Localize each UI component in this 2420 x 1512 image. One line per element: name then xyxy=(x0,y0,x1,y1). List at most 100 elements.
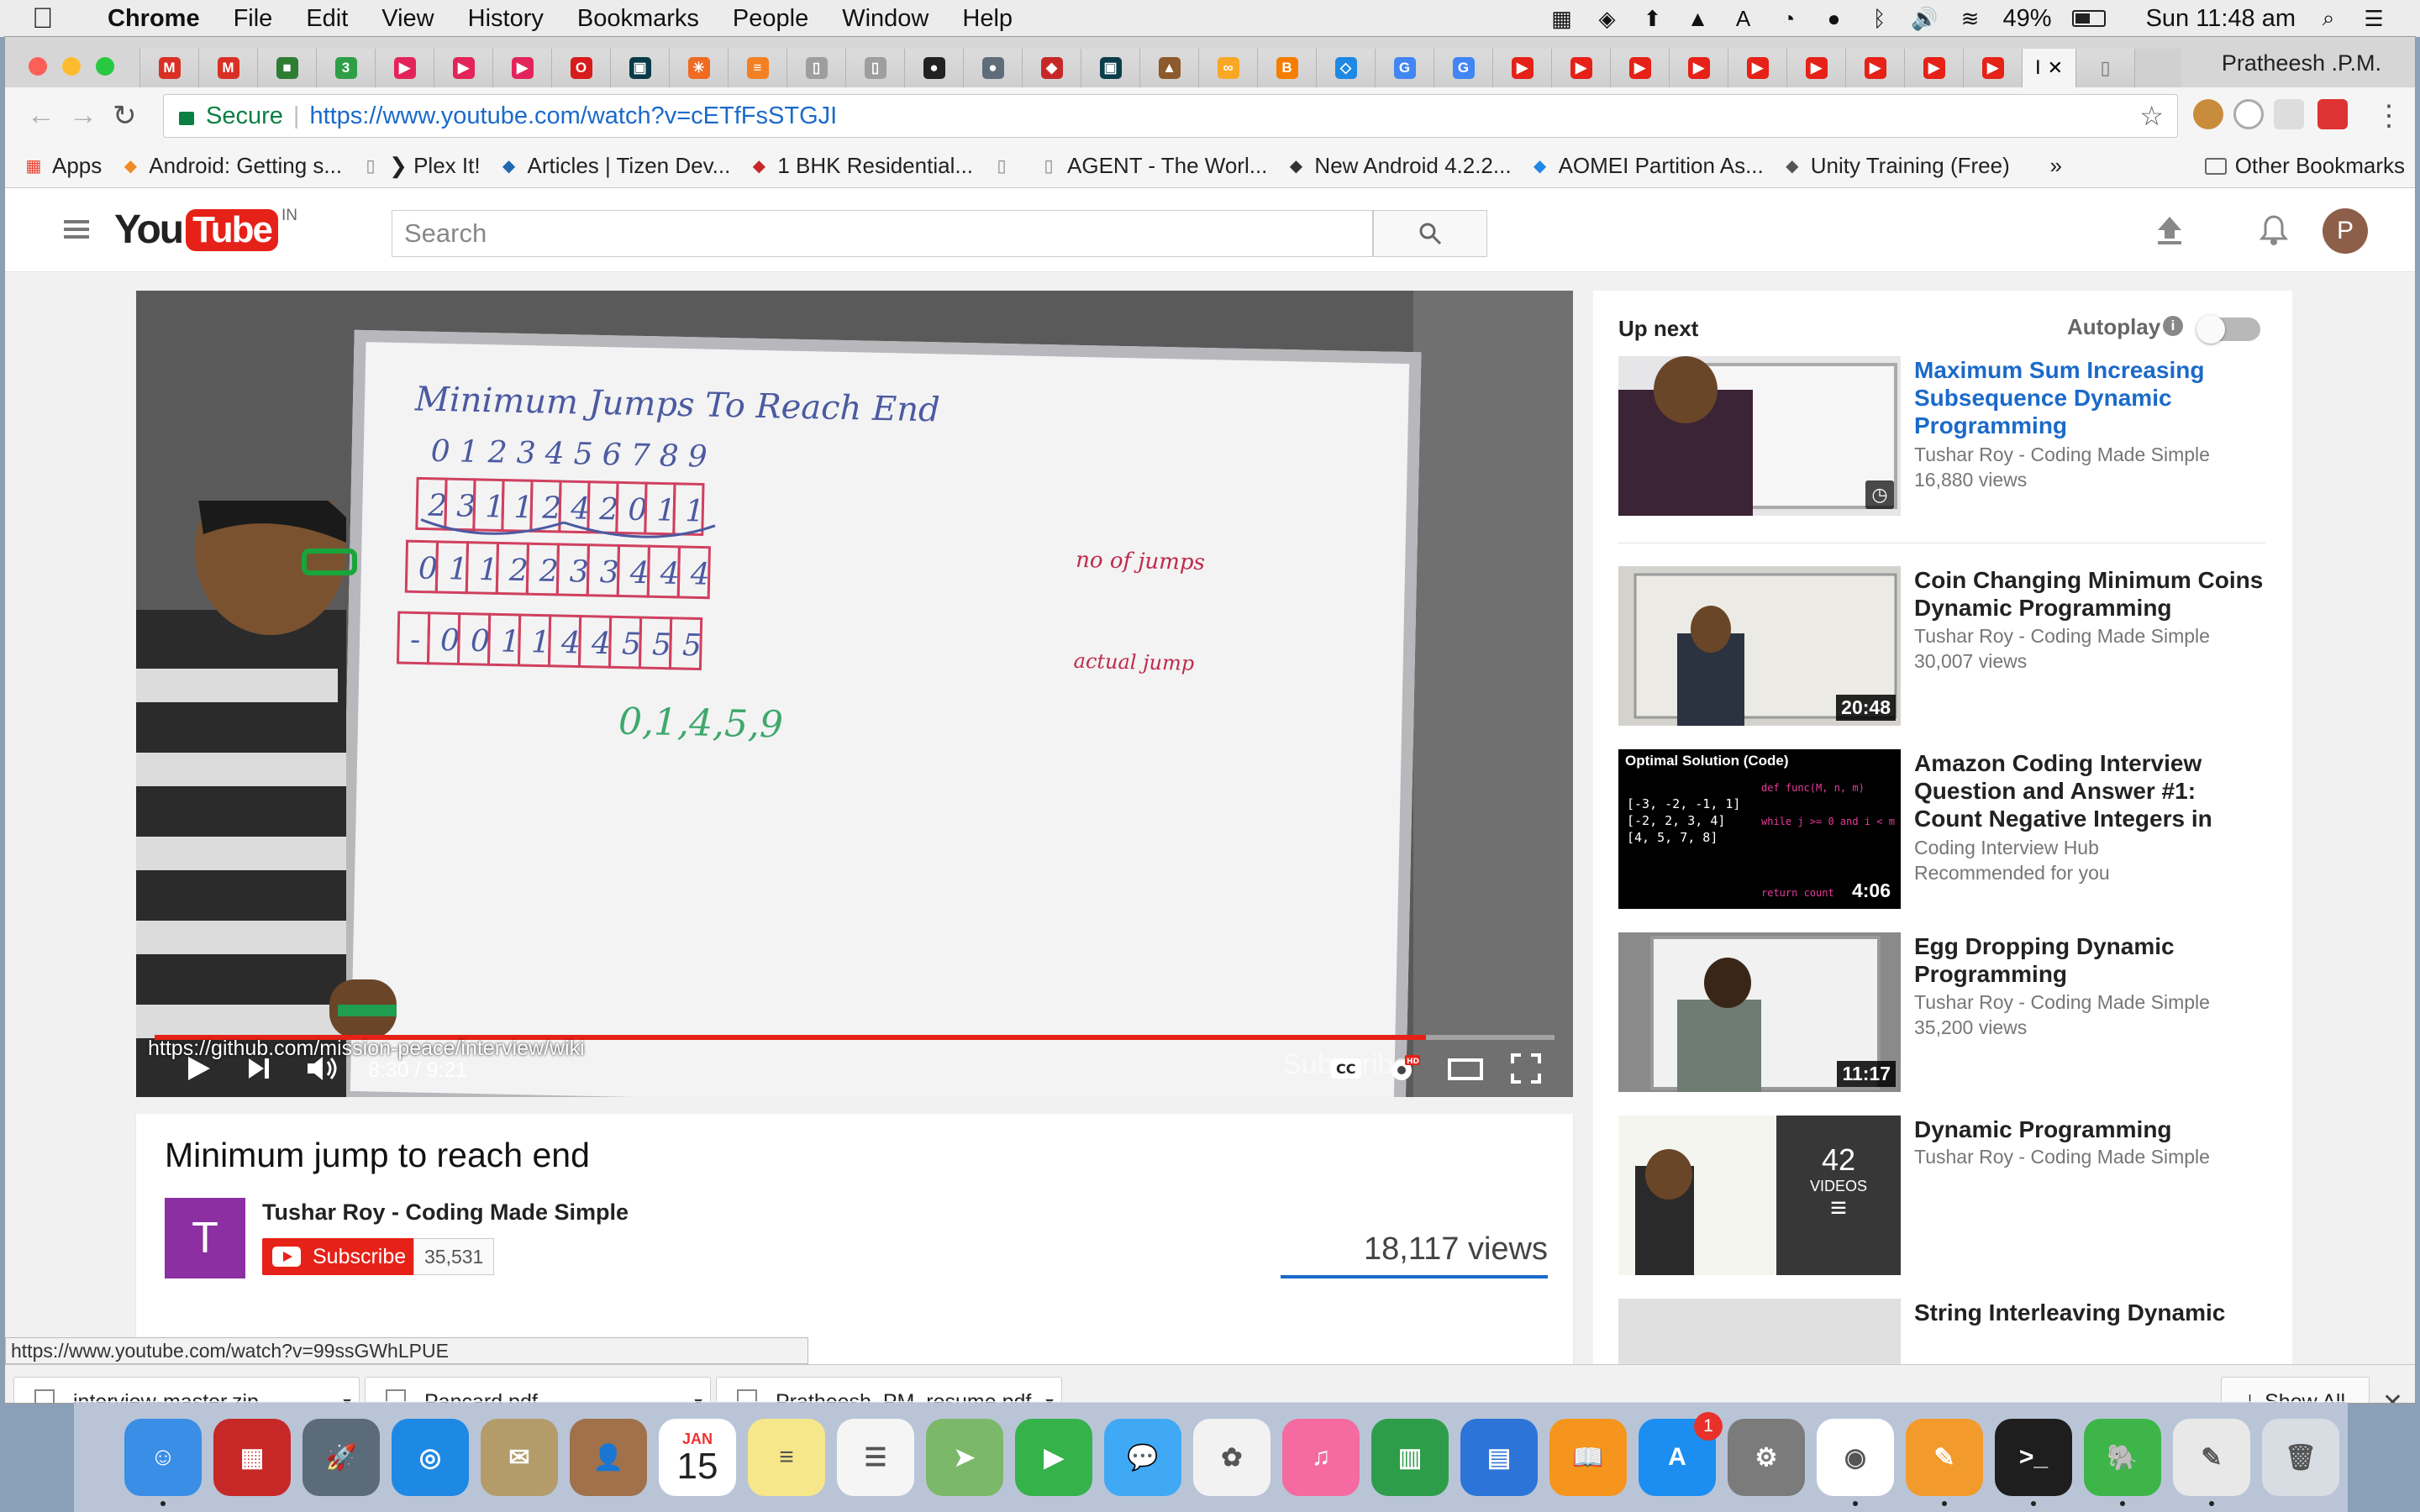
photos-dock-icon[interactable]: ✿ xyxy=(1193,1419,1270,1496)
reload-button[interactable]: ↻ xyxy=(113,99,137,133)
theater-mode-icon[interactable] xyxy=(1447,1053,1484,1084)
spotlight-icon[interactable]: ⌕ xyxy=(2316,5,2341,31)
close-shelf-icon[interactable]: ✕ xyxy=(2382,1389,2403,1403)
other-bookmarks[interactable]: Other Bookmarks xyxy=(2204,153,2405,179)
menu-app-name[interactable]: Chrome xyxy=(108,5,200,33)
browser-tab[interactable]: O xyxy=(551,49,610,87)
show-all-downloads-button[interactable]: ⤓ Show All xyxy=(2221,1377,2370,1403)
video-thumbnail[interactable]: Optimal Solution (Code) [-3, -2, -1, 1][… xyxy=(1618,749,1901,909)
bookmark-star-icon[interactable]: ☆ xyxy=(2139,100,2164,132)
reminders-dock-icon[interactable]: ☰ xyxy=(837,1419,914,1496)
evernote-status-icon[interactable]: ● xyxy=(1822,6,1847,31)
browser-tab[interactable]: ▶ xyxy=(1728,49,1786,87)
active-tab[interactable]: I ✕ xyxy=(2022,49,2075,87)
minimize-window-button[interactable] xyxy=(62,57,81,76)
bookmark-item[interactable]: ▦ Apps xyxy=(24,153,103,179)
new-tab-button[interactable] xyxy=(2134,49,2181,87)
back-button[interactable]: ← xyxy=(27,99,55,132)
bookmarks-overflow-button[interactable]: » xyxy=(2050,153,2062,179)
dropbox-icon[interactable]: ◈ xyxy=(1595,6,1620,31)
bookmark-item[interactable]: ◆ New Android 4.2.2... xyxy=(1286,153,1512,179)
browser-tab[interactable]: ≡ xyxy=(728,49,786,87)
drive-icon[interactable]: ▲ xyxy=(1686,6,1711,31)
download-item[interactable]: Pratheesh_PM_resume.pdf ▼ xyxy=(716,1377,1062,1403)
browser-tab[interactable]: ▯ xyxy=(786,49,845,87)
shield-extension-icon[interactable] xyxy=(2317,99,2348,129)
guide-menu-icon[interactable] xyxy=(64,220,89,239)
wifi-icon[interactable]: ≋ xyxy=(1958,6,1983,31)
clock[interactable]: Sun 11:48 am xyxy=(2146,5,2296,33)
channel-avatar[interactable]: T xyxy=(165,1198,245,1278)
finder-dock-icon[interactable]: ☺ xyxy=(124,1419,202,1496)
chrome-menu-icon[interactable]: ⋮ xyxy=(2375,99,2403,133)
info-icon[interactable]: i xyxy=(2163,316,2183,336)
related-video-3[interactable]: Optimal Solution (Code) [-3, -2, -1, 1][… xyxy=(1618,749,2265,909)
browser-tab[interactable]: ● xyxy=(963,49,1022,87)
browser-tab[interactable]: 3 xyxy=(316,49,375,87)
menu-people[interactable]: People xyxy=(733,5,808,33)
browser-tab[interactable]: M xyxy=(198,49,257,87)
pages-dock-icon[interactable]: ✎ xyxy=(1906,1419,1983,1496)
search-button[interactable] xyxy=(1373,210,1487,257)
menu-window[interactable]: Window xyxy=(842,5,929,33)
search-input[interactable]: Search xyxy=(392,210,1373,257)
watch-later-icon[interactable]: ◷ xyxy=(1865,480,1894,509)
related-video-6[interactable]: String Interleaving Dynamic xyxy=(1618,1299,2265,1364)
browser-tab[interactable]: ▶ xyxy=(1963,49,2022,87)
bookmark-item[interactable]: ▯ AGENT - The Worl... xyxy=(1039,153,1268,179)
battery-icon[interactable] xyxy=(2071,10,2106,27)
bookmark-item[interactable]: ▯ ❯ Plex It! xyxy=(360,153,481,179)
mail-dock-icon[interactable]: ✉ xyxy=(481,1419,558,1496)
related-title[interactable]: String Interleaving Dynamic xyxy=(1914,1299,2267,1326)
bookmark-item[interactable]: ◆ Articles | Tizen Dev... xyxy=(499,153,731,179)
grid-extension-icon[interactable] xyxy=(2274,99,2304,129)
browser-tab[interactable]: ▶ xyxy=(1904,49,1963,87)
maps-dock-icon[interactable]: ➤ xyxy=(926,1419,1003,1496)
page-icon[interactable]: ▯ xyxy=(2075,49,2134,87)
fullscreen-icon[interactable] xyxy=(1511,1053,1541,1084)
battery-percent[interactable]: 49% xyxy=(2003,5,2052,33)
bookmark-item[interactable]: ◆ 1 BHK Residential... xyxy=(749,153,973,179)
menu-view[interactable]: View xyxy=(381,5,434,33)
browser-tab[interactable]: ■ xyxy=(257,49,316,87)
volume-icon[interactable]: 🔊 xyxy=(1911,6,1938,31)
video-thumbnail[interactable] xyxy=(1618,1299,1901,1364)
cookie-extension-icon[interactable] xyxy=(2193,99,2223,129)
browser-tab[interactable]: ▲ xyxy=(1139,49,1198,87)
autoplay-toggle[interactable] xyxy=(2196,315,2260,344)
forward-button[interactable]: → xyxy=(69,99,97,132)
system-preferences-dock-icon[interactable]: ⚙ xyxy=(1728,1419,1805,1496)
youtube-logo[interactable]: You Tube IN xyxy=(114,207,297,253)
upload-status-icon[interactable]: ⬆ xyxy=(1640,6,1665,31)
itunes-dock-icon[interactable]: ♫ xyxy=(1282,1419,1360,1496)
close-tab-icon[interactable]: ✕ xyxy=(2048,57,2063,79)
captions-icon[interactable]: CC xyxy=(1329,1053,1363,1084)
related-video-2[interactable]: 20:48 Coin Changing Minimum Coins Dynami… xyxy=(1618,566,2265,726)
browser-tab[interactable]: G xyxy=(1434,49,1492,87)
related-playlist[interactable]: 42 VIDEOS ≡ Dynamic Programming Tushar R… xyxy=(1618,1116,2265,1275)
ibooks-dock-icon[interactable]: 📖 xyxy=(1549,1419,1627,1496)
evernote-dock-icon[interactable]: 🐘 xyxy=(2084,1419,2161,1496)
browser-tab[interactable]: ✳ xyxy=(669,49,728,87)
related-video-4[interactable]: 11:17 Egg Dropping Dynamic Programming T… xyxy=(1618,932,2265,1092)
chrome-dock-icon[interactable]: ◉ xyxy=(1817,1419,1894,1496)
url-text[interactable]: https://www.youtube.com/watch?v=cETfFsST… xyxy=(309,102,837,130)
keynote-dock-icon[interactable]: ▤ xyxy=(1460,1419,1538,1496)
related-title[interactable]: Dynamic Programming xyxy=(1914,1116,2267,1143)
browser-tab[interactable]: M xyxy=(139,49,198,87)
messages-dock-icon[interactable]: 💬 xyxy=(1104,1419,1181,1496)
address-bar[interactable]: Secure | https://www.youtube.com/watch?v… xyxy=(163,94,2178,138)
terminal-dock-icon[interactable]: >_ xyxy=(1995,1419,2072,1496)
browser-tab[interactable]: ▶ xyxy=(434,49,492,87)
trash-dock-icon[interactable]: 🗑 xyxy=(2262,1419,2339,1496)
bookmark-item[interactable]: ▯ xyxy=(992,156,1020,176)
notes-dock-icon[interactable]: ≡ xyxy=(748,1419,825,1496)
circle-extension-icon[interactable] xyxy=(2233,99,2264,129)
download-item[interactable]: interview-master.zip ▼ xyxy=(13,1377,360,1403)
next-icon[interactable] xyxy=(244,1053,274,1084)
profile-name[interactable]: Pratheesh .P.M. xyxy=(2222,50,2381,76)
video-thumbnail[interactable]: ◷ xyxy=(1618,356,1901,516)
close-window-button[interactable] xyxy=(29,57,47,76)
browser-tab[interactable]: ◆ xyxy=(1022,49,1081,87)
video-thumbnail[interactable]: 20:48 xyxy=(1618,566,1901,726)
